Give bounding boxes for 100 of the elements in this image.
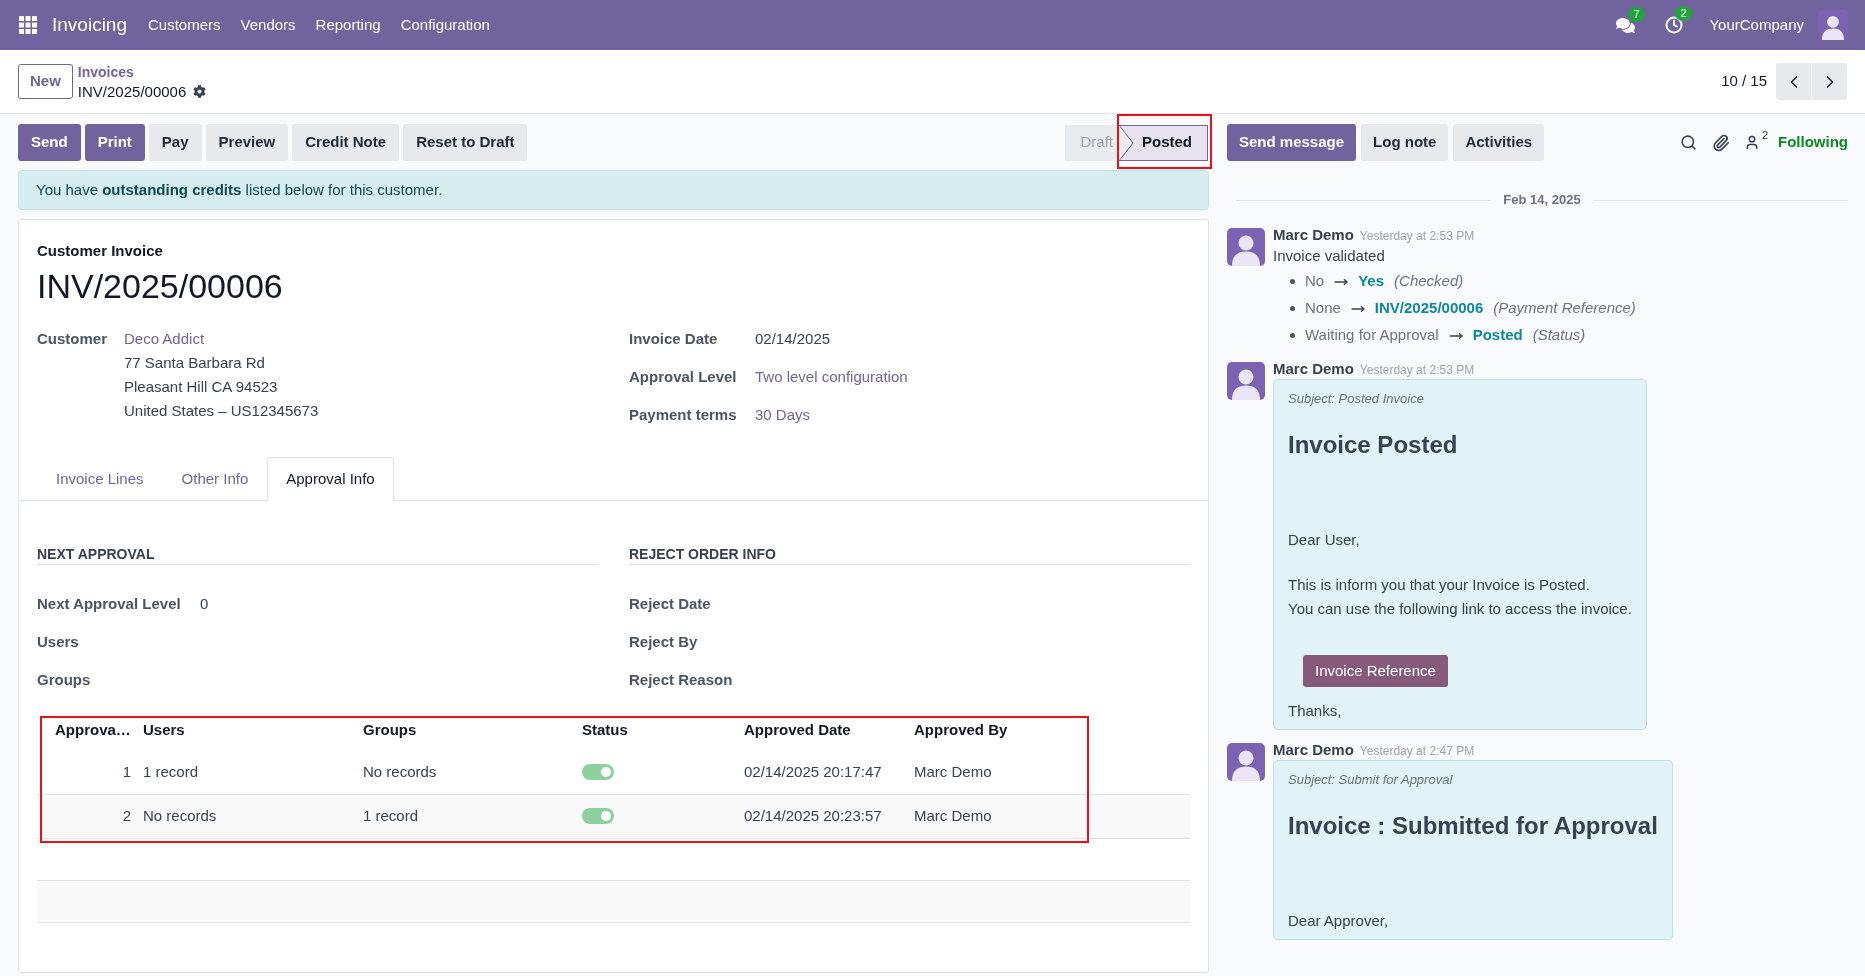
action-button[interactable]: Reset to Draft — [403, 124, 528, 161]
message-text: Invoice validated — [1273, 246, 1386, 266]
notification-count: 2 — [1675, 6, 1692, 21]
bullet-icon — [1290, 306, 1295, 311]
user-avatar-icon — [1227, 743, 1265, 781]
paperclip-icon[interactable] — [1711, 133, 1730, 152]
chatter-button[interactable]: Send message — [1227, 124, 1357, 161]
author-name[interactable]: Marc Demo — [1273, 739, 1354, 762]
field-link[interactable]: Two level configuration — [755, 365, 908, 389]
table-cell: No records — [359, 750, 578, 794]
customer-link[interactable]: Deco Addict — [124, 327, 205, 351]
author-name[interactable]: Marc Demo — [1273, 358, 1354, 381]
chatter-button[interactable]: Activities — [1453, 124, 1545, 161]
field-label: Customer — [37, 329, 108, 349]
gear-icon[interactable] — [193, 84, 207, 98]
message-time: Yesterday at 2:53 PM — [1359, 362, 1475, 379]
field-link[interactable]: 30 Days — [755, 403, 811, 427]
table-cell: Marc Demo — [910, 794, 1190, 838]
company-name[interactable]: YourCompany — [1709, 13, 1804, 37]
action-button[interactable]: Preview — [205, 124, 289, 161]
app-name[interactable]: Invoicing — [52, 10, 127, 40]
new-value: INV/2025/00006 — [1374, 298, 1484, 319]
apps-menu-icon[interactable] — [19, 16, 37, 34]
chat-bubbles-icon[interactable] — [1616, 16, 1636, 34]
column-header[interactable]: Approved By — [910, 711, 1190, 750]
email-paragraph: Dear User, — [1288, 530, 1361, 550]
table-cell: 1 record — [139, 750, 359, 794]
notification-count: 7 — [1628, 6, 1645, 22]
clock-icon[interactable] — [1665, 16, 1684, 34]
record-type-label: Customer Invoice — [37, 241, 164, 261]
field-label: Users — [37, 632, 80, 652]
field-label: Invoice Date — [629, 329, 719, 349]
field-name: (Checked) — [1394, 271, 1464, 292]
search-icon[interactable] — [1679, 134, 1697, 151]
column-header[interactable]: Approved Date — [740, 711, 910, 750]
user-avatar-icon — [1227, 228, 1265, 266]
field-label: Approval Level — [629, 367, 738, 387]
email-link-button[interactable]: Invoice Reference — [1303, 655, 1448, 687]
followers-count: 2 — [1761, 128, 1768, 144]
alert-message: You have outstanding credits listed below for this customer. — [36, 179, 443, 200]
user-avatar-icon — [1818, 10, 1848, 40]
user-avatar-icon — [1227, 362, 1265, 400]
message-time: Yesterday at 2:47 PM — [1359, 743, 1475, 760]
new-value: Posted — [1472, 325, 1523, 346]
email-paragraph: This is inform you that your Invoice is Posted. You can use the following link to access the invoice. — [1288, 575, 1632, 619]
form-tab[interactable]: Approval Info — [267, 457, 394, 501]
form-tab[interactable]: Other Info — [162, 457, 268, 501]
section-title: NEXT APPROVAL — [37, 544, 598, 565]
bullet-icon — [1290, 279, 1295, 284]
pager-counter: 10 / 15 — [1721, 71, 1767, 92]
menu-item[interactable]: Customers — [138, 0, 231, 50]
column-header[interactable]: Approva… — [37, 711, 139, 750]
bullet-icon — [1290, 333, 1295, 338]
address-line: 77 Santa Barbara Rd — [124, 353, 265, 373]
breadcrumb-link[interactable]: Invoices — [77, 62, 134, 82]
field-label: Reject Reason — [629, 670, 734, 690]
step-chevron-icon — [1119, 124, 1133, 161]
action-button[interactable]: Send — [18, 124, 81, 161]
column-header[interactable]: Status — [578, 711, 740, 750]
record-title: INV/2025/00006 — [77, 81, 187, 101]
old-value: Waiting for Approval — [1305, 325, 1439, 346]
email-paragraph: Thanks, — [1288, 701, 1343, 721]
column-header[interactable]: Groups — [359, 711, 578, 750]
field-name: (Payment Reference) — [1493, 298, 1636, 319]
table-cell: No records — [139, 794, 359, 838]
menu-item[interactable]: Configuration — [390, 0, 500, 50]
message-time: Yesterday at 2:53 PM — [1359, 228, 1475, 245]
action-button[interactable]: Credit Note — [292, 124, 400, 161]
menu-item[interactable]: Vendors — [230, 0, 306, 50]
action-button[interactable]: Pay — [148, 124, 202, 161]
address-line: Pleasant Hill CA 94523 — [124, 377, 278, 397]
field-label: Reject Date — [629, 594, 712, 614]
table-cell: 1 record — [359, 794, 578, 838]
address-line: United States – US12345673 — [124, 401, 319, 421]
status-step[interactable]: Posted — [1119, 124, 1208, 161]
action-button[interactable]: Print — [84, 124, 145, 161]
field-value: 0 — [200, 594, 209, 614]
date-separator: Feb 14, 2025 — [1502, 191, 1582, 210]
email-paragraph: Dear Approver, — [1288, 911, 1390, 931]
new-value: Yes — [1358, 271, 1385, 292]
toggle-switch[interactable] — [582, 763, 614, 780]
field-name: (Status) — [1532, 325, 1586, 346]
author-name[interactable]: Marc Demo — [1273, 224, 1354, 247]
column-header[interactable]: Users — [139, 711, 359, 750]
old-value: No — [1305, 271, 1325, 292]
email-heading: Invoice : Submitted for Approval — [1288, 811, 1658, 841]
table-cell: 02/14/2025 20:17:47 — [740, 750, 910, 794]
old-value: None — [1305, 298, 1341, 319]
new-button[interactable]: New — [18, 64, 73, 99]
form-tab[interactable]: Invoice Lines — [37, 457, 163, 501]
chatter-button[interactable]: Log note — [1361, 124, 1449, 161]
toggle-switch[interactable] — [582, 808, 614, 824]
table-cell: Marc Demo — [910, 750, 1190, 794]
following-button[interactable]: Following — [1778, 131, 1848, 154]
menu-item[interactable]: Reporting — [305, 0, 391, 50]
email-subject: Subject: Posted Invoice — [1288, 390, 1425, 408]
record-name: INV/2025/00006 — [37, 266, 284, 307]
field-label: Payment terms — [629, 405, 738, 425]
field-label: Reject By — [629, 632, 699, 652]
field-label: Next Approval Level — [37, 594, 182, 614]
